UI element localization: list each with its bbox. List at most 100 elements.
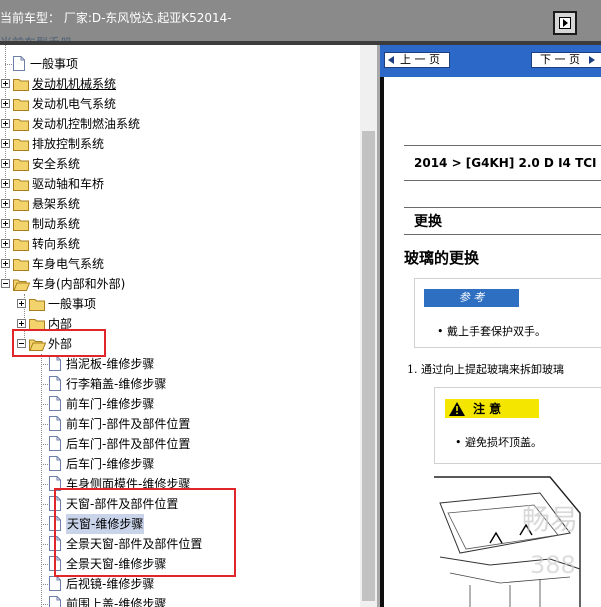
expand-icon[interactable]: [17, 319, 26, 328]
tree-scrollbar[interactable]: [360, 45, 377, 607]
tree-folder-item[interactable]: 车身电气系统: [0, 254, 360, 274]
tree-folder-item[interactable]: 驱动轴和车桥: [0, 174, 360, 194]
tree-doc-item[interactable]: 行李箱盖-维修步骤: [0, 374, 360, 394]
prev-page-button[interactable]: 上 一 页: [384, 52, 450, 68]
expand-icon[interactable]: [1, 99, 10, 108]
tree-folder-item[interactable]: 发动机机械系统: [0, 74, 360, 94]
tree-connector-branch: [41, 464, 48, 465]
viewer-gutter: [380, 77, 384, 607]
document-icon: [49, 456, 61, 471]
folder-icon: [13, 77, 30, 91]
folder-open-icon: [13, 277, 31, 291]
tree-folder-item[interactable]: 安全系统: [0, 154, 360, 174]
document-icon: [49, 356, 61, 371]
document-icon: [49, 376, 61, 391]
watermark-digits: 388: [530, 551, 576, 579]
tree-item-label: 转向系统: [32, 237, 81, 251]
folder-icon: [13, 157, 30, 171]
breadcrumb-top-rule: [404, 145, 601, 146]
tree-folder-item[interactable]: 发动机电气系统: [0, 94, 360, 114]
warning-icon: [449, 402, 465, 416]
tree-folder-item[interactable]: 发动机控制燃油系统: [0, 114, 360, 134]
arrow-left-icon: [388, 56, 394, 64]
caution-label: 注 意: [473, 402, 502, 416]
expand-icon[interactable]: [1, 199, 10, 208]
arrow-right-icon: [589, 56, 595, 64]
expand-icon[interactable]: [1, 239, 10, 248]
note-box: 参 考 • 戴上手套保护双手。: [414, 278, 601, 348]
tree-connector-branch: [41, 524, 48, 525]
note-label: 参 考: [424, 289, 519, 307]
title-bar: 当前车型： 厂家:D-东风悦达.起亚K52014- 当前车型手册: [0, 0, 601, 50]
tree-connector-branch: [41, 544, 48, 545]
folder-icon: [13, 117, 30, 131]
scrollbar-thumb[interactable]: [362, 131, 375, 601]
expand-icon[interactable]: [1, 139, 10, 148]
tree-item-label: 发动机控制燃油系统: [32, 117, 141, 131]
caution-text: • 避免损坏顶盖。: [455, 436, 542, 449]
tree-connector-branch: [5, 64, 12, 65]
expand-icon[interactable]: [1, 119, 10, 128]
folder-icon: [29, 297, 46, 311]
tree-connector-branch: [41, 384, 48, 385]
tree-item-label: 一般事项: [48, 297, 97, 311]
tree-doc-item[interactable]: 挡泥板-维修步骤: [0, 354, 360, 374]
tree-folder-item[interactable]: 悬架系统: [0, 194, 360, 214]
expand-icon[interactable]: [1, 259, 10, 268]
tree-doc-item[interactable]: 后车门-维修步骤: [0, 454, 360, 474]
tree-doc-item[interactable]: 后车门-部件及部件位置: [0, 434, 360, 454]
breadcrumb-bottom-rule: [404, 180, 601, 181]
folder-icon: [13, 177, 30, 191]
document-icon: [49, 416, 61, 431]
tree-connector-branch: [41, 584, 48, 585]
tree-folder-item[interactable]: 车身(内部和外部): [0, 274, 360, 294]
tree-item-label: 发动机机械系统: [32, 77, 117, 91]
breadcrumb: 2014 > [G4KH] 2.0 D I4 TCI G: [414, 156, 601, 170]
tree-item-label: 车身电气系统: [32, 257, 105, 271]
tree-item-label: 后车门-维修步骤: [66, 457, 155, 471]
tree-connector-branch: [41, 424, 48, 425]
section-title: 更换: [414, 214, 442, 230]
folder-icon: [13, 97, 30, 111]
tree-folder-item[interactable]: 排放控制系统: [0, 134, 360, 154]
tree-connector-branch: [41, 364, 48, 365]
tree-folder-item[interactable]: 制动系统: [0, 214, 360, 234]
document-viewer: 上 一 页 下 一 页 2014 > [G4KH] 2.0 D I4 TCI G…: [380, 45, 601, 607]
expand-icon[interactable]: [1, 179, 10, 188]
expand-icon[interactable]: [1, 159, 10, 168]
tree-folder-item[interactable]: 一般事项: [0, 294, 360, 314]
folder-icon: [13, 197, 30, 211]
tree-item-label: 驱动轴和车桥: [32, 177, 105, 191]
tree-doc-item[interactable]: 前车门-维修步骤: [0, 394, 360, 414]
toggle-panel-button[interactable]: [553, 11, 577, 35]
expand-icon[interactable]: [1, 79, 10, 88]
tree-connector-branch: [41, 604, 48, 605]
tree-item-label: 后视镜-维修步骤: [66, 577, 155, 591]
tree-item-label: 前围上盖-维修步骤: [66, 597, 167, 607]
tree-folder-item[interactable]: 转向系统: [0, 234, 360, 254]
highlight-box-exterior: [12, 329, 106, 357]
expand-icon[interactable]: [1, 219, 10, 228]
tree-item-label: 后车门-部件及部件位置: [66, 437, 191, 451]
tree-item-label: 排放控制系统: [32, 137, 105, 151]
caution-text-content: 避免损坏顶盖。: [465, 436, 542, 449]
expand-icon[interactable]: [17, 299, 26, 308]
tree-doc-item[interactable]: 前车门-部件及部件位置: [0, 414, 360, 434]
document-icon: [49, 396, 61, 411]
vehicle-title: 当前车型： 厂家:D-东风悦达.起亚K52014-: [0, 11, 232, 25]
tree-item-label: 前车门-部件及部件位置: [66, 417, 191, 431]
next-page-label: 下 一 页: [540, 53, 580, 66]
tree-doc-item[interactable]: 前围上盖-维修步骤: [0, 594, 360, 607]
tree-connector-branch: [41, 484, 48, 485]
collapse-icon[interactable]: [1, 279, 10, 288]
document-icon: [49, 576, 61, 591]
tree-item-label: 行李箱盖-维修步骤: [66, 377, 167, 391]
tree-connector-branch: [41, 504, 48, 505]
tree-connector-branch: [41, 444, 48, 445]
tree-connector-branch: [41, 564, 48, 565]
procedure-heading: 玻璃的更换: [404, 249, 480, 267]
next-page-button[interactable]: 下 一 页: [531, 52, 601, 68]
tree-doc-item[interactable]: 一般事项: [0, 54, 360, 74]
step-1: 1. 通过向上提起玻璃来拆卸玻璃: [407, 363, 564, 376]
tree-doc-item[interactable]: 后视镜-维修步骤: [0, 574, 360, 594]
